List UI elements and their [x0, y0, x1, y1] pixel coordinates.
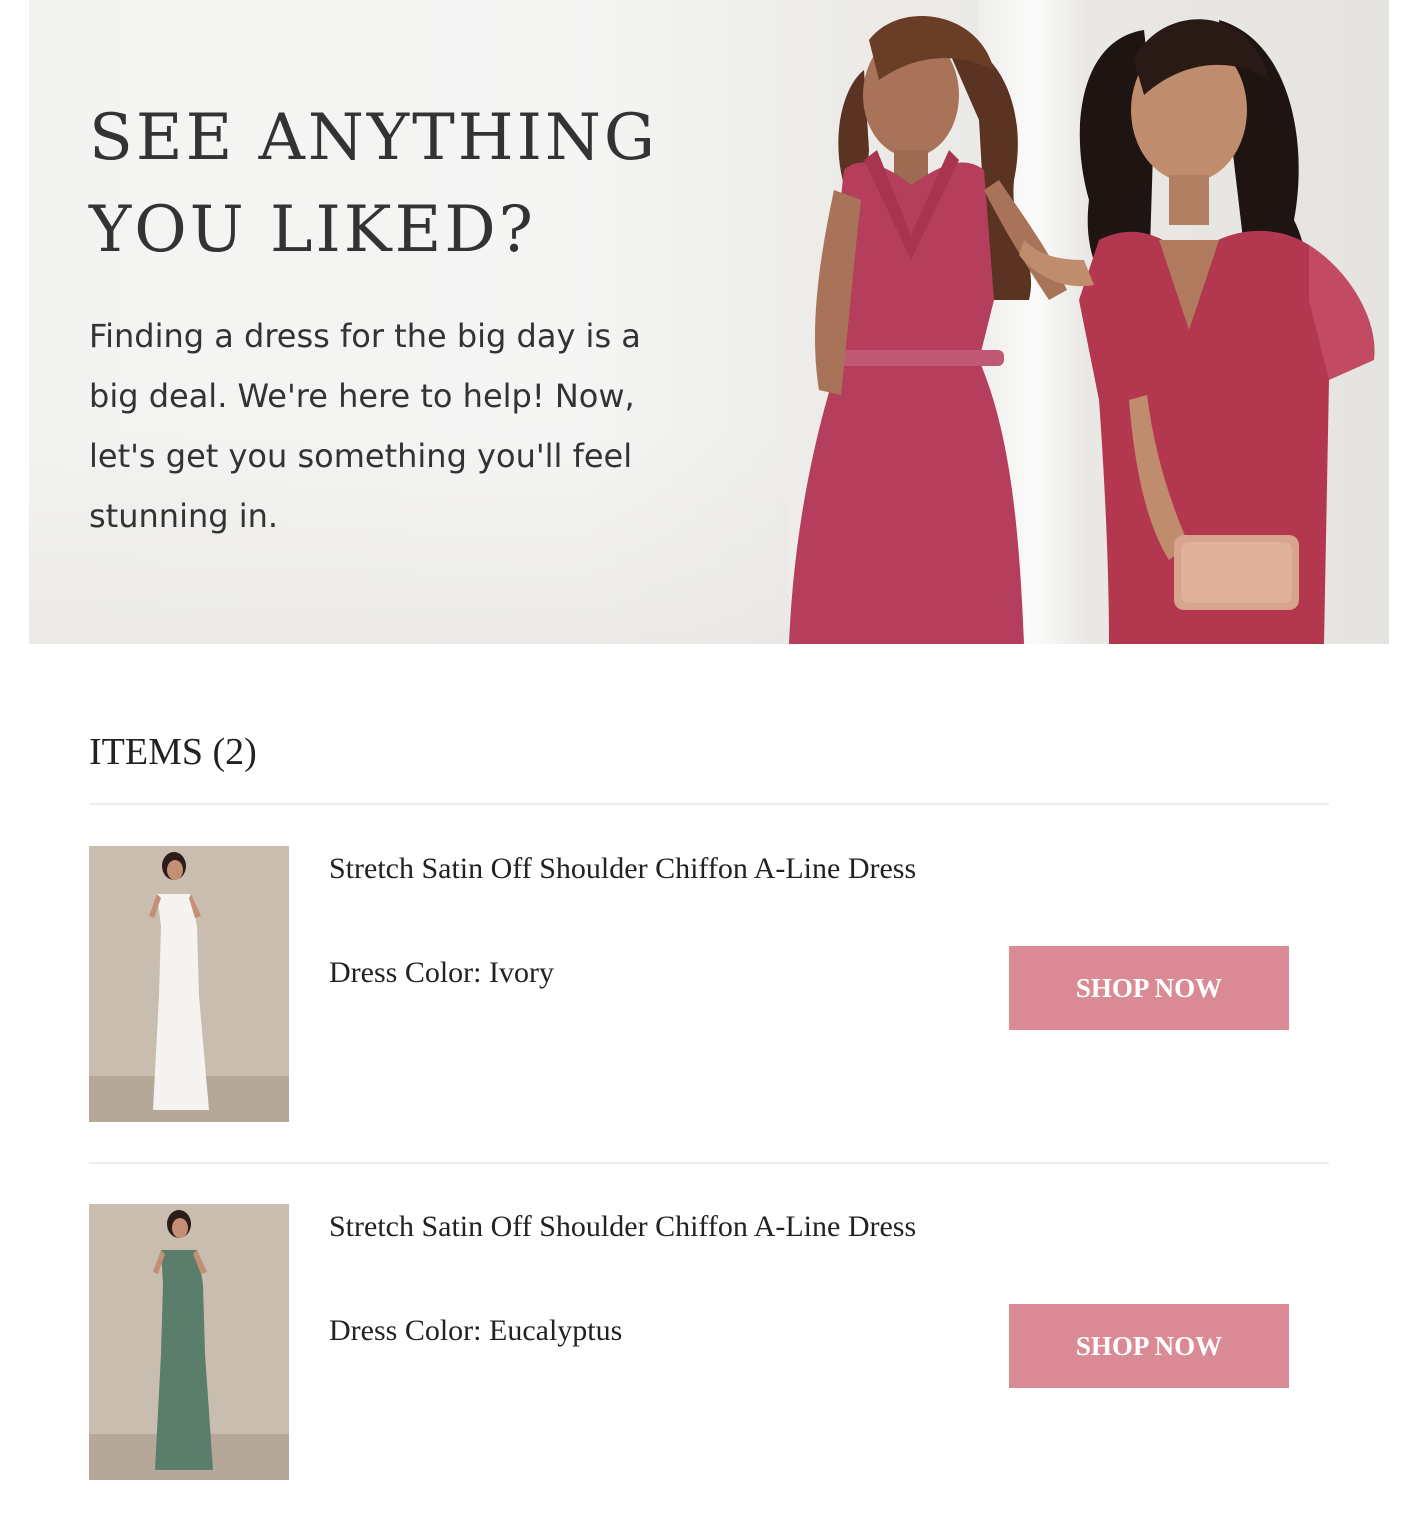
hero-body-line-3: let's get you something you'll feel — [89, 437, 633, 475]
divider — [89, 1162, 1329, 1164]
hero-body-line-4: stunning in. — [89, 497, 279, 535]
divider — [89, 803, 1329, 805]
hero-models-image — [789, 16, 1375, 644]
hero-title-line-2: YOU LIKED? — [89, 193, 536, 267]
hero-title-line-1: SEE ANYTHING — [89, 101, 658, 175]
list-item: Stretch Satin Off Shoulder Chiffon A-Lin… — [89, 846, 1329, 1122]
product-thumbnail-ivory[interactable] — [89, 846, 289, 1122]
product-name[interactable]: Stretch Satin Off Shoulder Chiffon A-Lin… — [329, 852, 916, 886]
product-color: Dress Color: Ivory — [329, 956, 554, 989]
hero-body-text: Finding a dress for the big day is a big… — [89, 306, 689, 546]
hero-body-line-1: Finding a dress for the big day is a — [89, 317, 641, 355]
list-item: Stretch Satin Off Shoulder Chiffon A-Lin… — [89, 1204, 1329, 1480]
hero-title: SEE ANYTHING YOU LIKED? — [89, 92, 729, 276]
shop-now-button[interactable]: SHOP NOW — [1009, 1304, 1289, 1388]
hero-banner: SEE ANYTHING YOU LIKED? Finding a dress … — [29, 0, 1389, 644]
product-thumbnail-eucalyptus[interactable] — [89, 1204, 289, 1480]
shop-now-button[interactable]: SHOP NOW — [1009, 946, 1289, 1030]
product-color: Dress Color: Eucalyptus — [329, 1314, 623, 1347]
hero-body-line-2: big deal. We're here to help! Now, — [89, 377, 635, 415]
items-heading: ITEMS (2) — [89, 731, 257, 773]
product-name[interactable]: Stretch Satin Off Shoulder Chiffon A-Lin… — [329, 1210, 916, 1244]
